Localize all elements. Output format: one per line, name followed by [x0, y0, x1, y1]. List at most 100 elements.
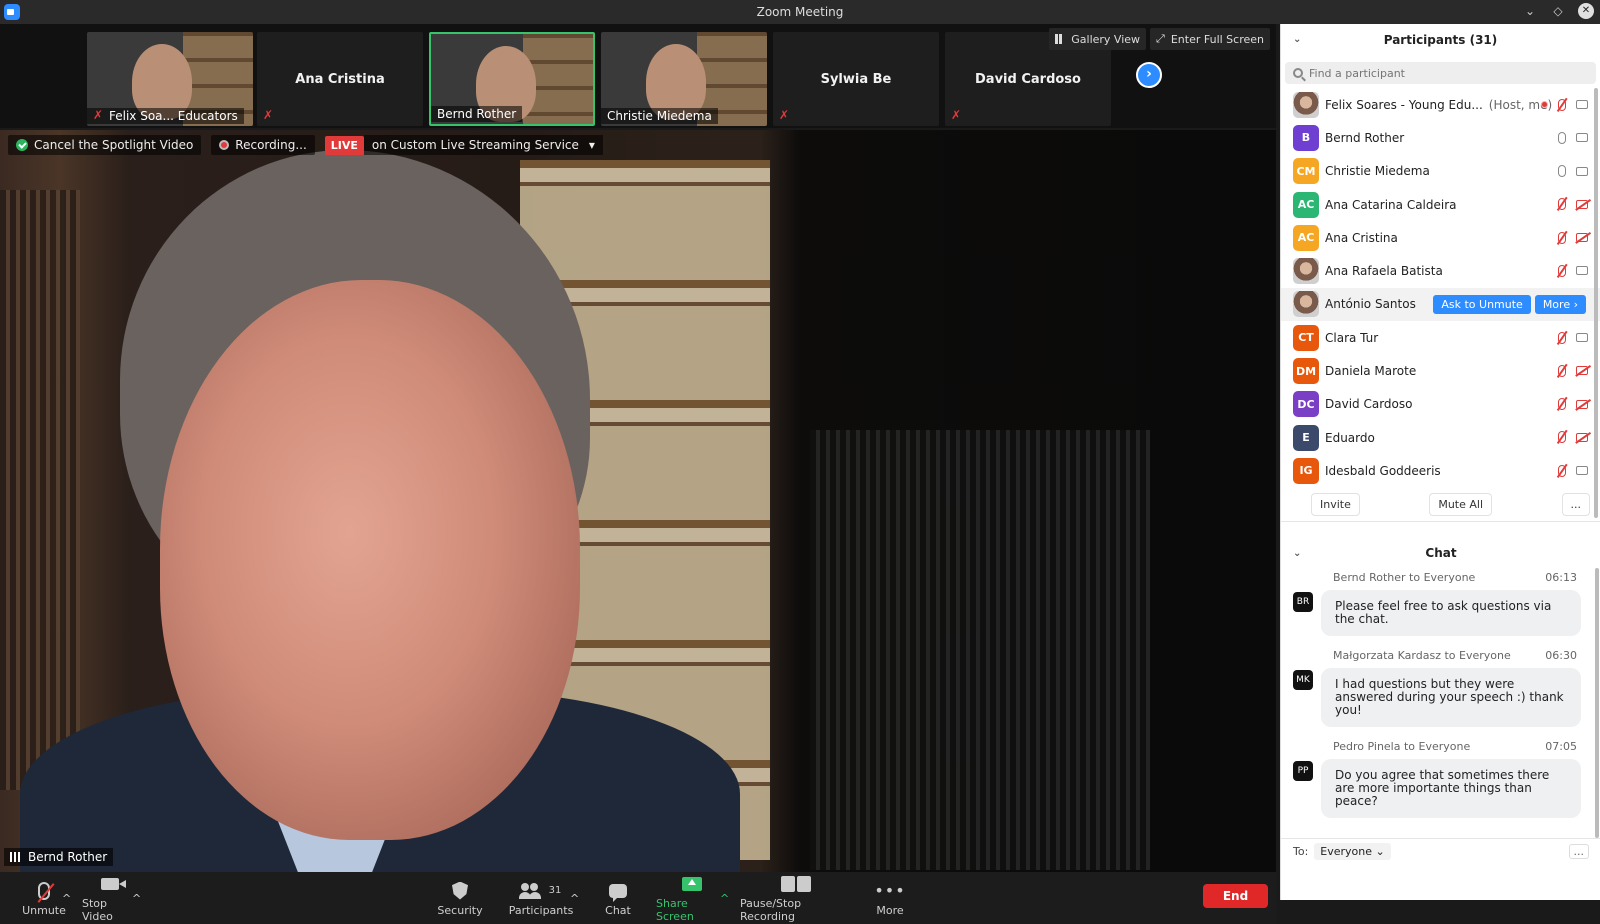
live-streaming-dropdown[interactable]: on Custom Live Streaming Service ▾	[363, 135, 603, 155]
video-tile[interactable]: Ana Cristina ✗	[257, 32, 423, 126]
participant-status-icons: Ask to Unmute More ›	[1433, 288, 1586, 321]
minimize-icon[interactable]: ⌄	[1522, 3, 1538, 19]
fullscreen-label: Enter Full Screen	[1170, 32, 1264, 46]
security-button[interactable]: Security	[437, 872, 483, 924]
participant-row[interactable]: António Santos Ask to Unmute More ›	[1281, 287, 1600, 322]
cancel-spotlight-button[interactable]: Cancel the Spotlight Video	[8, 135, 202, 155]
participant-name-cell: Christie Miedema	[1325, 164, 1430, 178]
close-icon[interactable]: ✕	[1578, 3, 1594, 19]
participant-search[interactable]	[1285, 62, 1596, 84]
unmute-button[interactable]: Unmute	[22, 872, 66, 924]
window-controls: ⌄ ◇ ✕	[1522, 3, 1594, 19]
participant-status-icons	[1558, 121, 1588, 154]
chat-scrollbar[interactable]	[1595, 568, 1599, 838]
participant-avatar: E	[1293, 424, 1319, 451]
invite-button[interactable]: Invite	[1311, 492, 1360, 516]
video-icon	[1576, 100, 1588, 109]
chat-options-button[interactable]: ...	[1568, 844, 1589, 859]
maximize-icon[interactable]: ◇	[1550, 3, 1566, 19]
more-button[interactable]: ••• More	[874, 872, 906, 924]
chat-recipient-bar: To: Everyone ⌄ ...	[1281, 838, 1600, 864]
video-tile[interactable]: Bernd Rother	[429, 32, 595, 126]
share-screen-button[interactable]: Share Screen	[656, 872, 728, 924]
share-options-chevron-icon[interactable]: ^	[720, 872, 729, 924]
meeting-toolbar: Unmute ^ Stop Video ^ Security 31 Partic…	[0, 872, 1276, 924]
participant-row[interactable]: DM Daniela Marote	[1281, 354, 1600, 387]
participant-status-icons	[1558, 321, 1588, 354]
end-meeting-button[interactable]: End	[1203, 884, 1268, 908]
participants-chevron-icon[interactable]: ^	[570, 872, 579, 924]
participant-row[interactable]: AC Ana Cristina	[1281, 221, 1600, 254]
participant-avatar	[1293, 91, 1319, 118]
participant-status-icons	[1541, 88, 1588, 121]
spotlight-video: Bernd Rother	[0, 130, 1276, 872]
mute-all-button[interactable]: Mute All	[1429, 492, 1493, 516]
participant-status-icons	[1558, 254, 1588, 287]
fullscreen-button[interactable]: ⤢ Enter Full Screen	[1150, 28, 1270, 50]
participant-avatar: IG	[1293, 457, 1319, 484]
chat-sender: Bernd Rother to Everyone	[1333, 570, 1476, 584]
chat-recipient-value: Everyone	[1320, 845, 1373, 858]
participant-name-cell: Ana Cristina	[1325, 231, 1398, 245]
participant-name-cell: Clara Tur	[1325, 331, 1378, 345]
video-tile[interactable]: Sylwia Be ✗	[773, 32, 939, 126]
participant-avatar: AC	[1293, 191, 1319, 218]
gallery-view-button[interactable]: Gallery View	[1049, 28, 1147, 50]
strip-next-icon[interactable]: ›	[1136, 62, 1162, 88]
chat-collapse-chevron-icon[interactable]: ⌄	[1293, 548, 1301, 559]
participant-search-input[interactable]	[1309, 66, 1569, 80]
participant-row[interactable]: IG Idesbald Goddeeris	[1281, 454, 1600, 487]
participants-count: 31	[548, 885, 562, 896]
participants-button[interactable]: 31 Participants	[508, 872, 574, 924]
participant-row[interactable]: Felix Soares - Young Edu... (Host, me)	[1281, 88, 1600, 121]
participant-row[interactable]: Ana Rafaela Batista	[1281, 254, 1600, 287]
chat-recipient-select[interactable]: Everyone ⌄	[1314, 843, 1391, 860]
video-tile[interactable]: Christie Miedema	[601, 32, 767, 126]
recording-indicator[interactable]: Recording...	[211, 135, 315, 155]
zoom-app-icon	[4, 4, 20, 20]
participant-row[interactable]: B Bernd Rother	[1281, 121, 1600, 154]
participant-row[interactable]: CT Clara Tur	[1281, 321, 1600, 354]
participants-label: Participants	[508, 903, 574, 917]
participant-more-label: More	[1542, 297, 1571, 311]
video-tile[interactable]: Felix Soa... Educators ✗	[87, 32, 253, 126]
chevron-right-icon: ›	[1570, 297, 1578, 311]
participant-list: Felix Soares - Young Edu... (Host, me) B Be…	[1281, 88, 1600, 488]
collapse-chevron-icon[interactable]: ⌄	[1293, 34, 1301, 45]
chat-timestamp: 06:13	[1545, 570, 1577, 584]
participant-more-options-button[interactable]: More ›	[1534, 294, 1586, 314]
participant-more-button[interactable]: ...	[1561, 492, 1590, 516]
muted-mic-icon	[1558, 198, 1566, 211]
mic-icon	[1558, 165, 1566, 178]
participant-actions: Invite Mute All ...	[1281, 488, 1600, 522]
video-camera-icon	[101, 878, 126, 890]
chat-label: Chat	[605, 903, 631, 917]
chat-message: PP Pedro Pinela to Everyone 07:05 Do you ag…	[1281, 737, 1600, 818]
stop-video-button[interactable]: Stop Video	[82, 872, 138, 924]
participant-row[interactable]: CM Christie Miedema	[1281, 155, 1600, 188]
muted-mic-icon: ✗	[779, 108, 790, 122]
participant-name-cell: Ana Catarina Caldeira	[1325, 198, 1457, 212]
pause-stop-recording-button[interactable]: Pause/Stop Recording	[740, 872, 852, 924]
pause-stop-icon	[781, 876, 811, 892]
participant-row[interactable]: DC David Cardoso	[1281, 388, 1600, 421]
tile-participant-name: Sylwia Be	[820, 71, 892, 87]
chat-button[interactable]: Chat	[602, 872, 634, 924]
chat-messages: BR Bernd Rother to Everyone 06:13 Please fe…	[1281, 568, 1600, 818]
participant-row[interactable]: AC Ana Catarina Caldeira	[1281, 188, 1600, 221]
chat-sender: Pedro Pinela to Everyone	[1333, 739, 1471, 753]
ask-to-unmute-button[interactable]: Ask to Unmute	[1433, 294, 1531, 314]
participant-avatar	[1293, 258, 1319, 285]
muted-mic-icon	[38, 881, 50, 900]
participant-row[interactable]: E Eduardo	[1281, 421, 1600, 454]
video-options-chevron-icon[interactable]: ^	[132, 872, 141, 924]
chat-timestamp: 07:05	[1545, 739, 1577, 753]
video-icon	[1576, 466, 1588, 476]
audio-options-chevron-icon[interactable]: ^	[62, 872, 71, 924]
participant-list-scrollbar[interactable]	[1594, 88, 1598, 518]
chat-message-header: Bernd Rother to Everyone 06:13	[1321, 568, 1581, 586]
signal-icon	[10, 852, 22, 862]
participant-name-cell: Idesbald Goddeeris	[1325, 464, 1441, 478]
participant-name: Felix Soares - Young Edu...	[1325, 97, 1483, 112]
shield-check-icon	[16, 139, 28, 151]
